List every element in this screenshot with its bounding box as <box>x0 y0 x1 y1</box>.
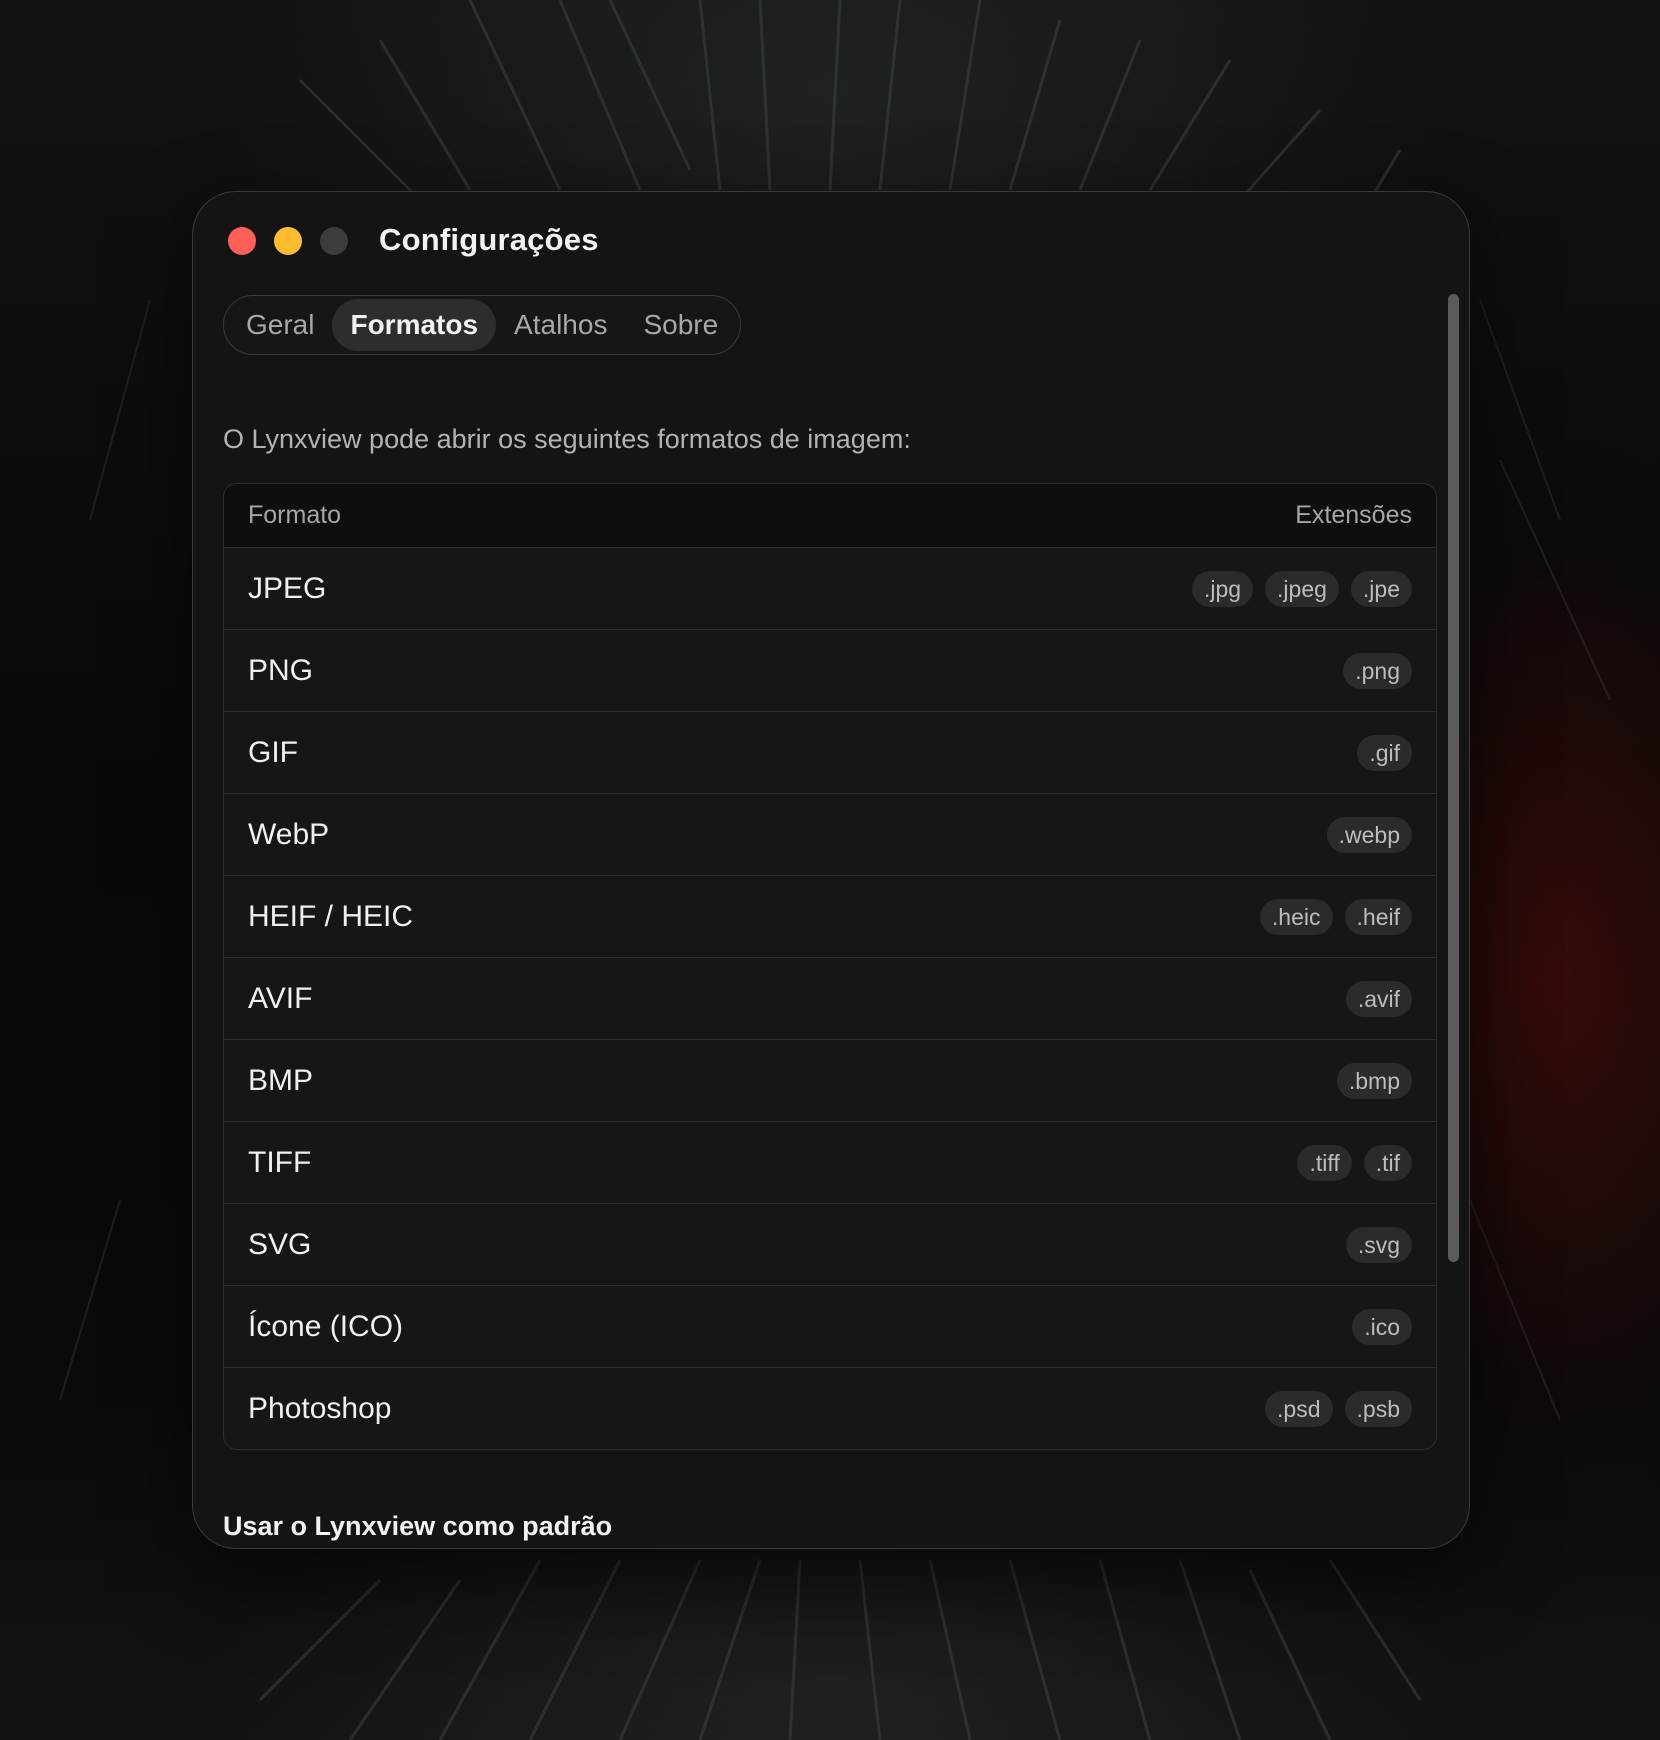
format-name: SVG <box>248 1227 312 1261</box>
tab-formatos[interactable]: Formatos <box>332 299 497 351</box>
table-row: TIFF .tiff .tif <box>224 1122 1436 1204</box>
extension-list: .psd .psb <box>1265 1391 1412 1427</box>
table-row: AVIF .avif <box>224 958 1436 1040</box>
table-header: Formato Extensões <box>224 484 1436 548</box>
table-row: JPEG .jpg .jpeg .jpe <box>224 548 1436 630</box>
extension-badge: .jpeg <box>1265 570 1339 607</box>
extension-badge: .tiff <box>1297 1144 1352 1181</box>
default-app-section-label: Usar o Lynxview como padrão <box>223 1511 613 1541</box>
extension-list: .png <box>1343 652 1412 689</box>
format-name: BMP <box>248 1063 314 1097</box>
extension-badge: .psb <box>1344 1391 1412 1427</box>
extension-list: .ico <box>1352 1308 1412 1345</box>
extension-badge: .heic <box>1259 898 1333 935</box>
table-row: HEIF / HEIC .heic .heif <box>224 876 1436 958</box>
format-name: HEIF / HEIC <box>248 899 414 933</box>
extension-list: .avif <box>1345 980 1412 1017</box>
table-row: WebP .webp <box>224 794 1436 876</box>
table-row: GIF .gif <box>224 712 1436 794</box>
format-name: PNG <box>248 653 314 687</box>
extension-badge: .psd <box>1265 1391 1333 1427</box>
extension-badge: .bmp <box>1336 1062 1412 1099</box>
extension-badge: .webp <box>1326 816 1412 853</box>
format-name: Ícone (ICO) <box>248 1309 404 1343</box>
formats-table: Formato Extensões JPEG .jpg .jpeg .jpe P… <box>223 483 1437 1450</box>
vertical-scrollbar[interactable] <box>1448 294 1459 1262</box>
extension-badge: .gif <box>1357 734 1412 771</box>
extension-list: .jpg .jpeg .jpe <box>1191 570 1412 607</box>
table-row: BMP .bmp <box>224 1040 1436 1122</box>
format-name: JPEG <box>248 571 327 605</box>
tab-sobre[interactable]: Sobre <box>625 299 736 351</box>
table-row: PNG .png <box>224 630 1436 712</box>
extension-badge: .ico <box>1352 1308 1412 1345</box>
extension-badge: .jpg <box>1191 570 1254 607</box>
intro-text: O Lynxview pode abrir os seguintes forma… <box>223 424 911 454</box>
window-title: Configurações <box>379 222 599 257</box>
extension-badge: .avif <box>1345 980 1412 1017</box>
header-format: Formato <box>248 501 342 529</box>
format-name: Photoshop <box>248 1392 392 1425</box>
tab-geral[interactable]: Geral <box>228 299 332 351</box>
extension-list: .bmp <box>1336 1062 1412 1099</box>
extension-list: .gif <box>1357 734 1412 771</box>
table-row: Photoshop .psd .psb <box>224 1368 1436 1449</box>
close-button[interactable] <box>228 227 256 255</box>
format-name: WebP <box>248 817 330 851</box>
table-row: Ícone (ICO) .ico <box>224 1286 1436 1368</box>
settings-window: Configurações Geral Formatos Atalhos Sob… <box>192 191 1470 1549</box>
extension-badge: .tif <box>1363 1144 1412 1181</box>
traffic-lights <box>228 227 348 255</box>
format-name: GIF <box>248 735 298 769</box>
extension-list: .svg <box>1345 1226 1412 1263</box>
extension-badge: .jpe <box>1350 570 1412 607</box>
extension-list: .webp <box>1326 816 1412 853</box>
format-name: AVIF <box>248 981 313 1015</box>
extension-badge: .svg <box>1345 1226 1412 1263</box>
extension-badge: .heif <box>1344 898 1412 935</box>
extension-list: .heic .heif <box>1259 898 1412 935</box>
zoom-button <box>320 227 348 255</box>
extension-badge: .png <box>1343 652 1412 689</box>
extension-list: .tiff .tif <box>1297 1144 1412 1181</box>
header-extensions: Extensões <box>1295 501 1412 529</box>
table-row: SVG .svg <box>224 1204 1436 1286</box>
tab-atalhos[interactable]: Atalhos <box>496 299 625 351</box>
tab-bar: Geral Formatos Atalhos Sobre <box>223 295 742 355</box>
format-name: TIFF <box>248 1145 312 1179</box>
minimize-button[interactable] <box>274 227 302 255</box>
